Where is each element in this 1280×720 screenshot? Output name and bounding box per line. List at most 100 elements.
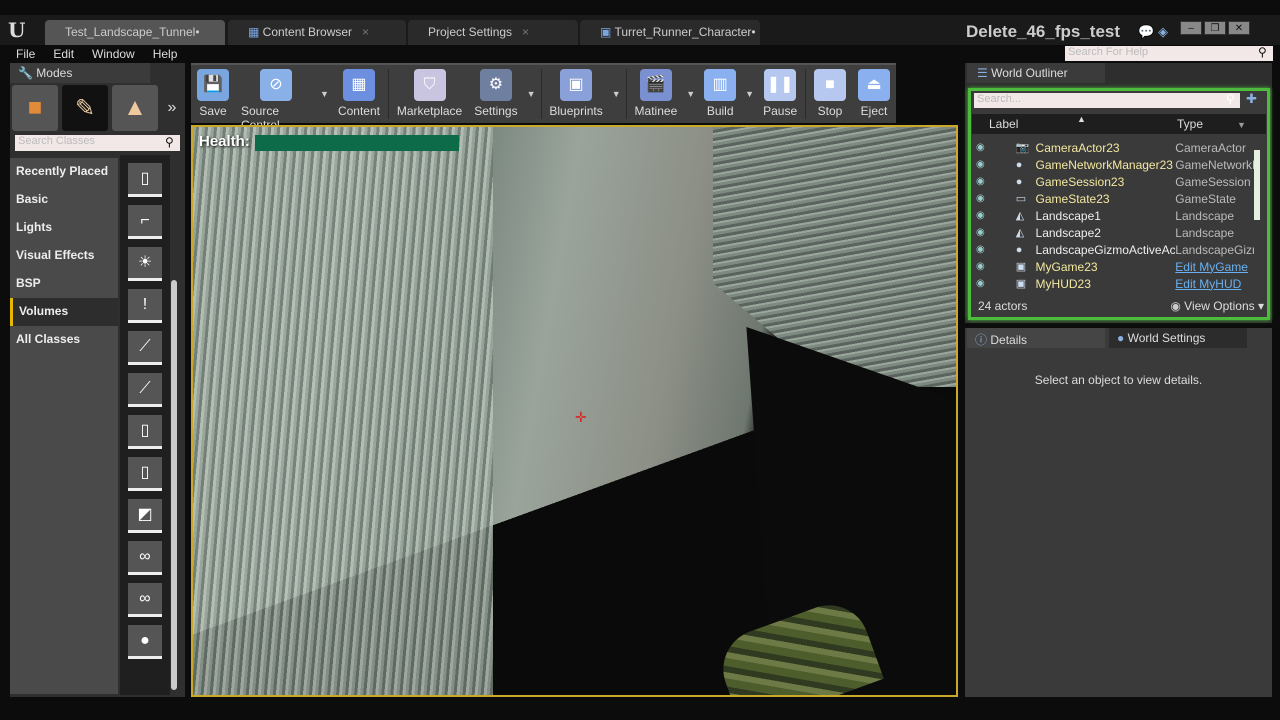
scrollbar[interactable] [1254,150,1260,220]
volume-item-icon[interactable]: ◩ [128,499,162,533]
build-button[interactable]: ▥ Build [698,65,742,123]
save-button[interactable]: 💾 Save [191,65,235,123]
actor-type: CameraActor [1175,140,1246,155]
stop-button[interactable]: ■ Stop [808,65,852,123]
volume-item-icon[interactable]: ▯ [128,415,162,449]
volume-item-icon[interactable]: ⟋ [128,331,162,365]
volume-item-icon[interactable]: ⌐ [128,205,162,239]
volume-item-icon[interactable]: ● [128,625,162,659]
close-icon[interactable]: × [362,25,369,39]
paint-mode-icon[interactable]: ✎ [62,85,108,131]
minimize-icon[interactable]: – [1180,21,1202,35]
menu-bar: File Edit Window Help [0,45,960,63]
visibility-eye-icon[interactable]: ◉ [976,244,990,255]
close-window-icon[interactable]: ✕ [1228,21,1250,35]
modes-tab[interactable]: 🔧 Modes [10,63,150,83]
help-cube-icon[interactable]: ◈ [1158,24,1168,40]
menu-help[interactable]: Help [153,47,178,61]
tab-blueprint[interactable]: ▣ Turret_Runner_Character• [580,20,760,45]
edit-class-link[interactable]: Edit MyHUD [1175,277,1254,291]
visibility-eye-icon[interactable]: ◉ [976,278,990,289]
close-icon[interactable]: × [522,25,529,39]
chevron-down-icon[interactable]: ▼ [683,65,698,123]
visibility-eye-icon[interactable]: ◉ [976,261,990,272]
tab-details[interactable]: ⓘ Details [967,328,1105,348]
category-bsp[interactable]: BSP [10,270,118,298]
volume-item-icon[interactable]: ▯ [128,457,162,491]
more-modes-icon[interactable]: » [162,85,182,131]
volume-item-icon[interactable]: ☀ [128,247,162,281]
edit-class-link[interactable]: Edit MyGame [1175,260,1254,274]
view-options-button[interactable]: ◉ View Options ▾ [1170,299,1264,313]
search-icon[interactable]: ⚲ [1258,45,1267,59]
source-control-button[interactable]: ⊘Source Control [235,65,317,132]
world-outliner-tab[interactable]: ☰ World Outliner [967,63,1105,83]
landscape-mode-icon[interactable]: ▲ [112,85,158,131]
chevron-down-icon[interactable]: ▼ [1237,114,1246,134]
category-visual-effects[interactable]: Visual Effects [10,242,118,270]
content-button[interactable]: ▦ Content [332,65,386,123]
search-classes-input[interactable]: Search Classes [15,135,180,151]
add-folder-icon[interactable]: ✚ [1246,91,1257,107]
blueprints-button[interactable]: ▣ Blueprints [543,65,608,123]
settings-button[interactable]: ⚙ Settings [468,65,523,123]
tab-level[interactable]: Test_Landscape_Tunnel• [45,20,225,45]
chevron-down-icon[interactable]: ▼ [524,65,539,123]
column-type[interactable]: Type [1177,114,1237,134]
visibility-eye-icon[interactable]: ◉ [976,159,990,170]
visibility-eye-icon[interactable]: ◉ [976,193,990,204]
volume-item-icon[interactable]: ! [128,289,162,323]
toolbar-label: Pause [763,104,798,118]
visibility-eye-icon[interactable]: ◉ [976,142,990,153]
visibility-eye-icon[interactable]: ◉ [976,210,990,221]
actor-label: Landscape1 [1035,208,1101,223]
chevron-down-icon[interactable]: ▼ [742,65,757,123]
maximize-icon[interactable]: ❐ [1204,21,1226,35]
category-recently-placed[interactable]: Recently Placed [10,158,118,186]
volume-item-icon[interactable]: ∞ [128,583,162,617]
category-basic[interactable]: Basic [10,186,118,214]
chevron-down-icon[interactable]: ▼ [317,65,332,123]
tab-content-browser[interactable]: ▦ Content Browser × [228,20,406,45]
visibility-eye-icon[interactable]: ◉ [976,176,990,187]
place-mode-icon[interactable]: ■ [12,85,58,131]
menu-file[interactable]: File [16,47,35,61]
blueprint-icon: ▣ [600,25,615,39]
menu-window[interactable]: Window [92,47,135,61]
details-empty-message: Select an object to view details. [1034,373,1203,387]
help-search-input[interactable]: Search For Help [1065,46,1273,61]
level-viewport[interactable]: Health: ✛ [191,125,958,697]
visibility-eye-icon[interactable]: ◉ [976,227,990,238]
actor-type: LandscapeGizr [1175,242,1255,257]
matinee-button[interactable]: 🎬 Matinee [629,65,684,123]
feedback-icon[interactable]: 💬 [1138,24,1154,40]
outliner-search-input[interactable]: Search... [974,93,1240,108]
category-all-classes[interactable]: All Classes [10,326,118,354]
outliner-row[interactable]: ◉ ● GameNetworkManager23 GameNetworkM [972,156,1254,173]
scrollbar[interactable] [171,280,177,690]
outliner-row[interactable]: ◉ ● GameSession23 GameSession [972,173,1254,190]
outliner-row[interactable]: ◉ ▭ GameState23 GameState [972,190,1254,207]
outliner-row[interactable]: ◉ ▣ MyGame23 Edit MyGame [972,258,1254,275]
toolbar-divider [625,69,627,119]
outliner-row[interactable]: ◉ 📷 CameraActor23 CameraActor [972,139,1254,156]
chevron-down-icon[interactable]: ▼ [609,65,624,123]
outliner-row[interactable]: ◉ ▣ MyHUD23 Edit MyHUD [972,275,1254,292]
category-lights[interactable]: Lights [10,214,118,242]
eye-icon: ◉ [1170,299,1181,313]
column-label[interactable]: Label [989,114,1077,134]
tab-world-settings[interactable]: ● World Settings [1109,328,1247,348]
outliner-row[interactable]: ◉ ● LandscapeGizmoActiveActor LandscapeGizr [972,241,1254,258]
volume-item-icon[interactable]: ▯ [128,163,162,197]
pause-button[interactable]: ❚❚ Pause [757,65,803,123]
tab-project-settings[interactable]: Project Settings × [408,20,578,45]
outliner-row[interactable]: ◉ ◭ Landscape1 Landscape [972,207,1254,224]
volume-item-icon[interactable]: ⟋ [128,373,162,407]
marketplace-button[interactable]: ⛉ Marketplace [391,65,468,123]
outliner-row[interactable]: ◉ ◭ Landscape2 Landscape [972,224,1254,241]
tab-label: World Settings [1127,331,1206,345]
volume-item-icon[interactable]: ∞ [128,541,162,575]
eject-button[interactable]: ⏏ Eject [852,65,896,123]
category-volumes[interactable]: Volumes [10,298,118,326]
menu-edit[interactable]: Edit [53,47,74,61]
